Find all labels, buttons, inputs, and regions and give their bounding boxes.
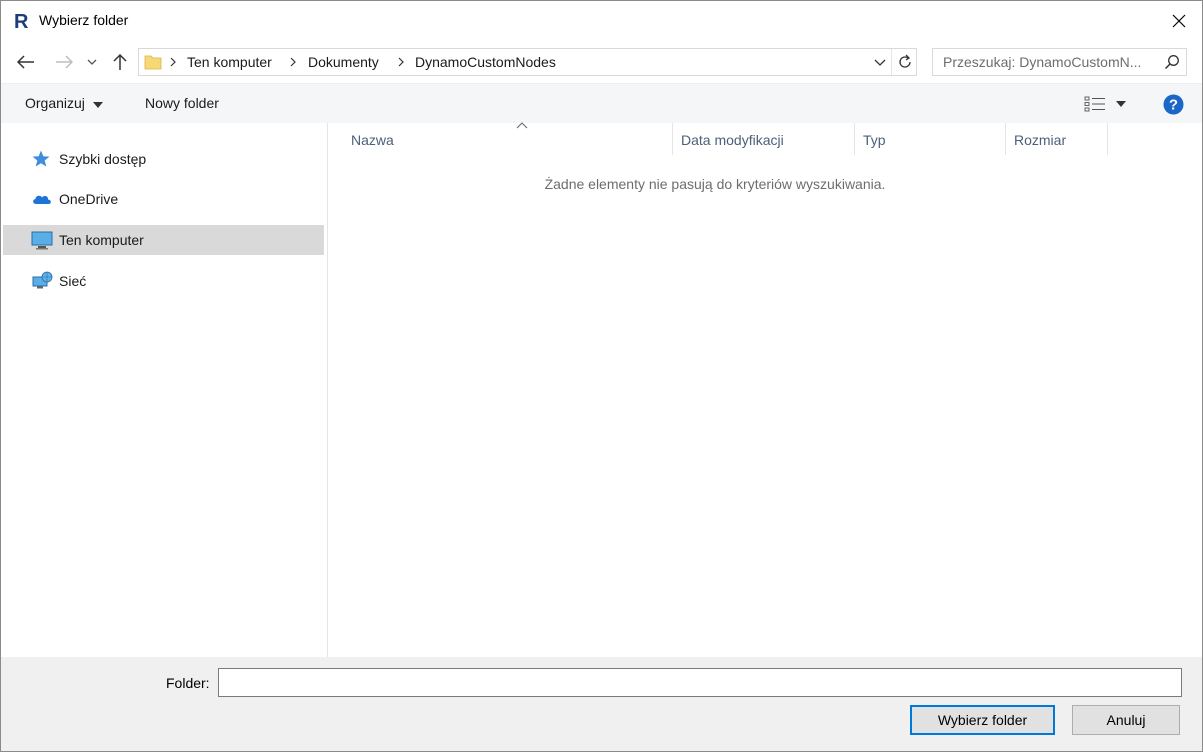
chevron-down-icon [874, 59, 886, 66]
view-dropdown-button[interactable] [1114, 93, 1128, 115]
organize-menu-button[interactable]: Organizuj [25, 95, 103, 111]
column-header-nazwa[interactable]: Nazwa [343, 122, 673, 155]
caret-down-icon [1116, 101, 1126, 107]
column-header-data-modyfikacji[interactable]: Data modyfikacji [673, 123, 855, 155]
breadcrumb-separator-icon [289, 55, 299, 69]
folder-icon [144, 53, 162, 74]
forward-button[interactable] [52, 51, 76, 73]
view-options-button[interactable] [1082, 93, 1108, 115]
arrow-up-icon [113, 53, 127, 70]
sidebar-item-label: Ten komputer [59, 232, 144, 248]
sidebar-item-siec[interactable]: Sieć [3, 266, 324, 296]
sidebar-item-label: OneDrive [59, 191, 119, 207]
back-button[interactable] [14, 51, 38, 73]
search-input[interactable] [933, 49, 1159, 75]
network-icon [31, 271, 53, 291]
select-folder-button[interactable]: Wybierz folder [910, 705, 1055, 735]
search-box[interactable] [932, 48, 1187, 76]
close-button[interactable] [1156, 1, 1202, 41]
refresh-button[interactable] [891, 49, 917, 75]
folder-field-label: Folder: [166, 675, 210, 691]
svg-text:?: ? [1168, 96, 1177, 113]
address-row: Ten komputer Dokumenty DynamoCustomNodes [1, 41, 1202, 83]
sidebar-item-label: Sieć [59, 273, 87, 289]
svg-text:R: R [14, 11, 29, 32]
column-header-label: Typ [863, 132, 886, 148]
help-icon: ? [1163, 94, 1183, 114]
column-header-typ[interactable]: Typ [855, 123, 1006, 155]
search-icon[interactable] [1164, 54, 1180, 73]
column-header-rozmiar[interactable]: Rozmiar [1006, 123, 1108, 155]
sort-ascending-icon [516, 122, 528, 129]
up-button[interactable] [108, 51, 132, 73]
arrow-right-icon [56, 55, 73, 69]
empty-list-message: Żadne elementy nie pasują do kryteriów w… [544, 176, 886, 192]
address-bar[interactable]: Ten komputer Dokumenty DynamoCustomNodes [138, 48, 917, 76]
arrow-left-icon [17, 55, 34, 69]
sidebar-item-ten-komputer[interactable]: Ten komputer [3, 225, 324, 255]
organize-label: Organizuj [25, 95, 85, 111]
computer-icon [31, 230, 53, 250]
navigation-pane: Szybki dostęp OneDrive Ten komputer Sieć [1, 123, 328, 657]
breadcrumb-dokumenty[interactable]: Dokumenty [308, 54, 379, 70]
dialog-footer: Folder: Wybierz folder Anuluj [1, 657, 1202, 751]
recent-locations-button[interactable] [82, 51, 102, 73]
chevron-down-icon [87, 59, 97, 65]
column-header-label: Nazwa [351, 132, 394, 148]
caret-down-icon [92, 102, 103, 108]
breadcrumb-dynamocustomnodes[interactable]: DynamoCustomNodes [415, 54, 556, 70]
cancel-button[interactable]: Anuluj [1072, 705, 1180, 735]
new-folder-button[interactable]: Nowy folder [145, 95, 219, 111]
star-icon [31, 149, 53, 169]
title-bar: R Wybierz folder [1, 1, 1202, 41]
command-bar: Organizuj Nowy folder ? [1, 83, 1202, 123]
sidebar-item-onedrive[interactable]: OneDrive [3, 184, 324, 214]
revit-r-icon: R [12, 10, 32, 33]
window-title: Wybierz folder [39, 12, 129, 28]
folder-picker-dialog: R Wybierz folder Ten komputer Dokumenty … [0, 0, 1203, 752]
refresh-icon [898, 54, 911, 68]
folder-name-input[interactable] [218, 668, 1182, 697]
breadcrumb-ten-komputer[interactable]: Ten komputer [187, 54, 272, 70]
cloud-icon [31, 189, 53, 209]
sidebar-item-szybki-dostep[interactable]: Szybki dostęp [3, 144, 324, 174]
breadcrumb-separator-icon [397, 55, 407, 69]
breadcrumb-separator-icon [169, 55, 179, 69]
column-header-label: Data modyfikacji [681, 132, 784, 148]
help-button[interactable]: ? [1162, 93, 1184, 115]
details-view-icon [1084, 96, 1105, 112]
sidebar-item-label: Szybki dostęp [59, 151, 147, 167]
close-icon [1172, 14, 1186, 28]
file-list: Nazwa Data modyfikacji Typ Rozmiar Żadne… [329, 122, 1202, 657]
column-header-label: Rozmiar [1014, 132, 1067, 148]
address-history-button[interactable] [869, 49, 891, 75]
